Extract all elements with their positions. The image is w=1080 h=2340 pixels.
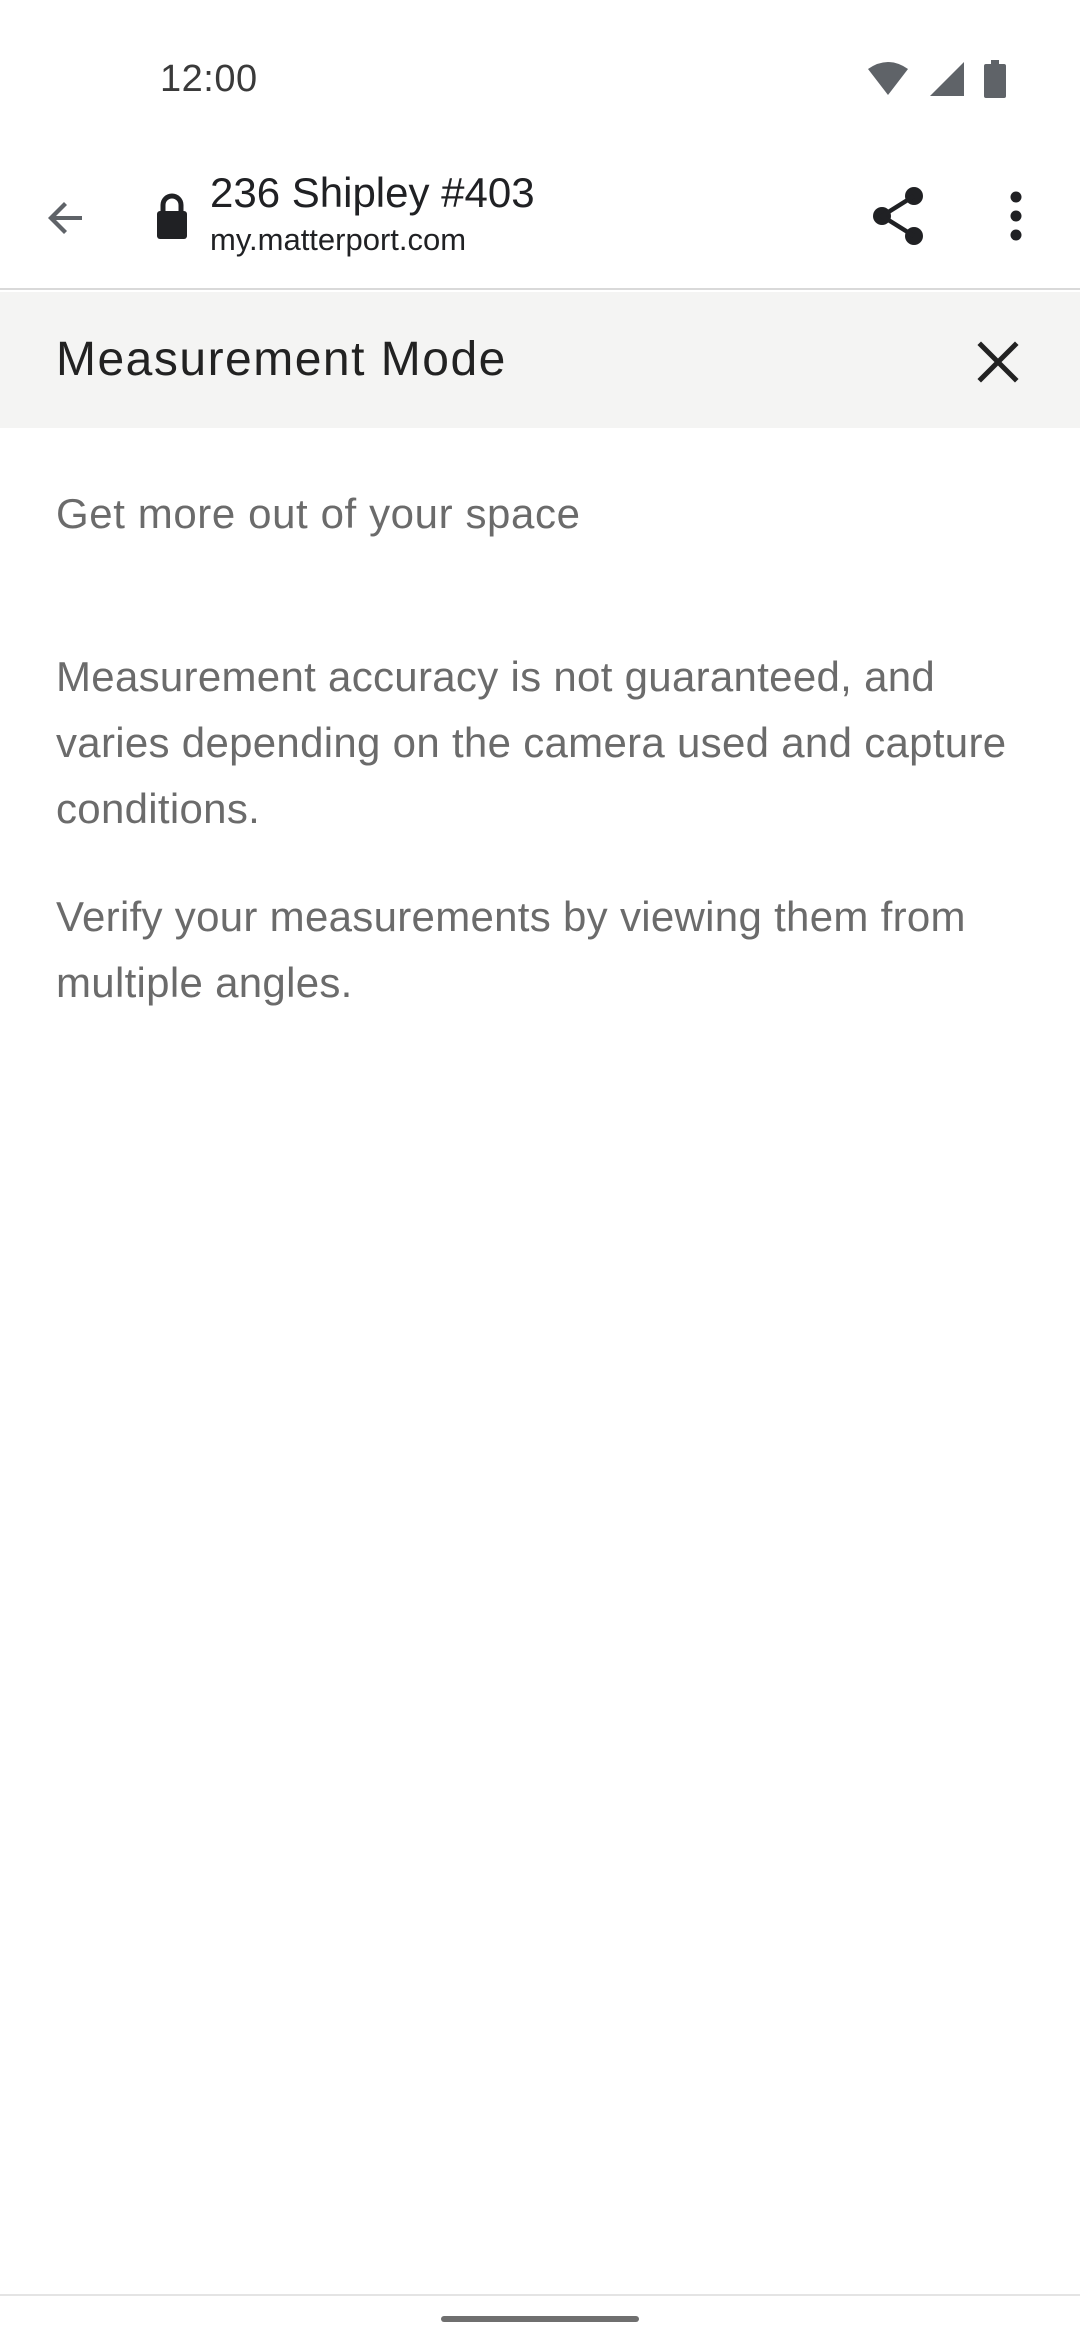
url-bar[interactable]: 236 Shipley #403 my.matterport.com xyxy=(210,166,810,260)
page-title: 236 Shipley #403 xyxy=(210,169,535,216)
wifi-icon xyxy=(866,61,910,102)
status-bar: 12:00 xyxy=(0,0,1080,160)
close-button[interactable] xyxy=(966,330,1030,394)
status-icons xyxy=(866,60,1006,103)
measurement-mode-header: Measurement Mode xyxy=(0,292,1080,428)
nav-divider xyxy=(0,2294,1080,2296)
browser-toolbar: 236 Shipley #403 my.matterport.com xyxy=(0,160,1080,290)
mode-content: Get more out of your space Measurement a… xyxy=(56,484,1026,1016)
home-indicator[interactable] xyxy=(441,2316,639,2322)
intro-text: Get more out of your space xyxy=(56,490,581,537)
back-button[interactable] xyxy=(38,190,94,246)
lock-icon[interactable] xyxy=(155,192,189,242)
share-button[interactable] xyxy=(868,184,928,248)
status-time: 12:00 xyxy=(160,58,258,100)
accuracy-disclaimer: Measurement accuracy is not guaranteed, … xyxy=(56,653,1007,832)
verify-tip: Verify your measurements by viewing them… xyxy=(56,893,966,1006)
close-icon xyxy=(977,341,1019,383)
more-vert-icon xyxy=(1010,191,1022,241)
share-icon xyxy=(873,187,923,245)
battery-icon xyxy=(984,60,1006,103)
cellular-signal-icon xyxy=(928,60,966,103)
arrow-back-icon xyxy=(48,202,82,234)
mode-title: Measurement Mode xyxy=(56,333,507,386)
page-url: my.matterport.com xyxy=(210,222,467,257)
more-options-button[interactable] xyxy=(996,184,1036,248)
